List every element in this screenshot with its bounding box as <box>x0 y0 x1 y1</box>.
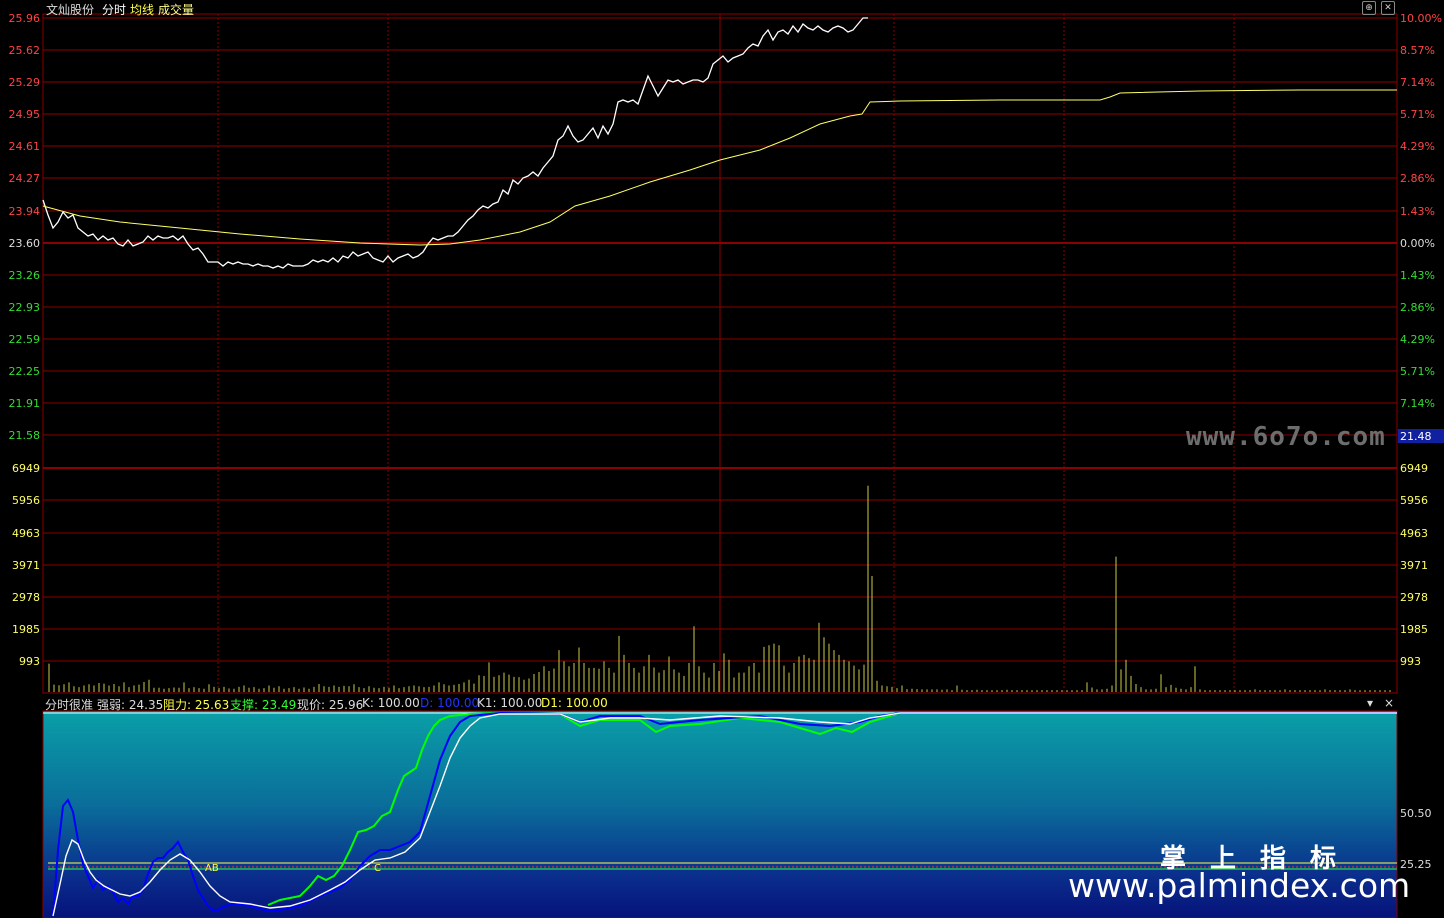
price-tick-right: 2.86% <box>1400 301 1435 314</box>
price-tick-left: 22.25 <box>9 365 41 378</box>
price-tick-left: 23.60 <box>9 237 41 250</box>
volume-tick-left: 4963 <box>12 527 40 540</box>
price-tick-right: 8.57% <box>1400 44 1435 57</box>
price-line <box>42 17 868 269</box>
price-tick-left: 24.95 <box>9 108 41 121</box>
support-value: 支撑: 23.49 <box>230 698 297 712</box>
marker-c: C <box>374 863 381 874</box>
volume-tick-right: 3971 <box>1400 559 1428 572</box>
price-tick-left: 24.27 <box>9 172 41 185</box>
price-tick-left: 23.26 <box>9 269 41 282</box>
tab-volume[interactable]: 成交量 <box>158 1 194 18</box>
price-tick-left: 22.59 <box>9 333 41 346</box>
price-tick-right: 4.29% <box>1400 333 1435 346</box>
price-tick-right: 1.43% <box>1400 269 1435 282</box>
d-value: D: 100.00 <box>420 696 480 710</box>
price-tick-left: 21.91 <box>9 397 41 410</box>
price-value: 现价: 25.96 <box>297 698 364 712</box>
price-tick-right: 4.29% <box>1400 140 1435 153</box>
price-tick-left: 22.93 <box>9 301 41 314</box>
zoom-icon[interactable]: ⊕ <box>1362 1 1376 15</box>
d1-value: D1: 100.00 <box>541 696 608 710</box>
price-tick-right: 2.86% <box>1400 172 1435 185</box>
volume-tick-left: 5956 <box>12 494 40 507</box>
close-indicator-icon[interactable]: × <box>1384 696 1394 710</box>
resist-value: 阻力: 25.63 <box>163 698 230 712</box>
chevron-down-icon[interactable]: ▾ <box>1367 696 1373 710</box>
price-tick-right: 5.71% <box>1400 108 1435 121</box>
strength-value: 强弱: 24.35 <box>97 698 164 712</box>
price-tick-left: 25.96 <box>9 12 41 25</box>
price-tick-right: 0.00% <box>1400 237 1435 250</box>
price-tick-right: 1.43% <box>1400 205 1435 218</box>
price-tick-right: 5.71% <box>1400 365 1435 378</box>
tab-avg-line[interactable]: 均线 <box>130 1 154 18</box>
volume-tick-left: 2978 <box>12 591 40 604</box>
volume-tick-right: 2978 <box>1400 591 1428 604</box>
price-tick-left: 25.62 <box>9 44 41 57</box>
price-tick-right: 7.14% <box>1400 76 1435 89</box>
volume-tick-left: 993 <box>19 655 40 668</box>
volume-tick-left: 3971 <box>12 559 40 572</box>
volume-tick-left: 1985 <box>12 623 40 636</box>
price-tick-left: 24.61 <box>9 140 41 153</box>
volume-tick-right: 5956 <box>1400 494 1428 507</box>
watermark-site1: www.6o7o.com <box>1186 422 1386 452</box>
watermark-site2: www.palmindex.com <box>1068 866 1411 905</box>
volume-tick-right: 993 <box>1400 655 1421 668</box>
close-icon[interactable]: ✕ <box>1381 1 1395 15</box>
intraday-chart[interactable]: 25.96 25.62 25.29 24.95 24.61 24.27 23.94 23.60… <box>0 0 1444 918</box>
volume-tick-right: 1985 <box>1400 623 1428 636</box>
price-tick-left: 25.29 <box>9 76 41 89</box>
price-tick-left: 21.58 <box>9 429 41 442</box>
stock-name: 文灿股份 <box>46 3 95 17</box>
indicator-name: 分时很准 <box>45 698 94 712</box>
volume-tick-right: 4963 <box>1400 527 1428 540</box>
indicator-axis-label: 50.50 <box>1400 807 1432 820</box>
chart-stage: 25.96 25.62 25.29 24.95 24.61 24.27 23.94 23.60… <box>0 0 1444 918</box>
volume-tick-left: 6949 <box>12 462 40 475</box>
price-tick-left: 23.94 <box>9 205 41 218</box>
price-tick-right: 7.14% <box>1400 397 1435 410</box>
price-tick-right: 10.00% <box>1400 12 1442 25</box>
k-value: K: 100.00 <box>362 696 420 710</box>
volume-tick-right: 6949 <box>1400 462 1428 475</box>
k1-value: K1: 100.00 <box>477 696 543 710</box>
marker-ab: AB <box>205 863 219 874</box>
cursor-value: 21.48 <box>1400 430 1432 443</box>
tab-intraday[interactable]: 分时 <box>102 1 126 18</box>
